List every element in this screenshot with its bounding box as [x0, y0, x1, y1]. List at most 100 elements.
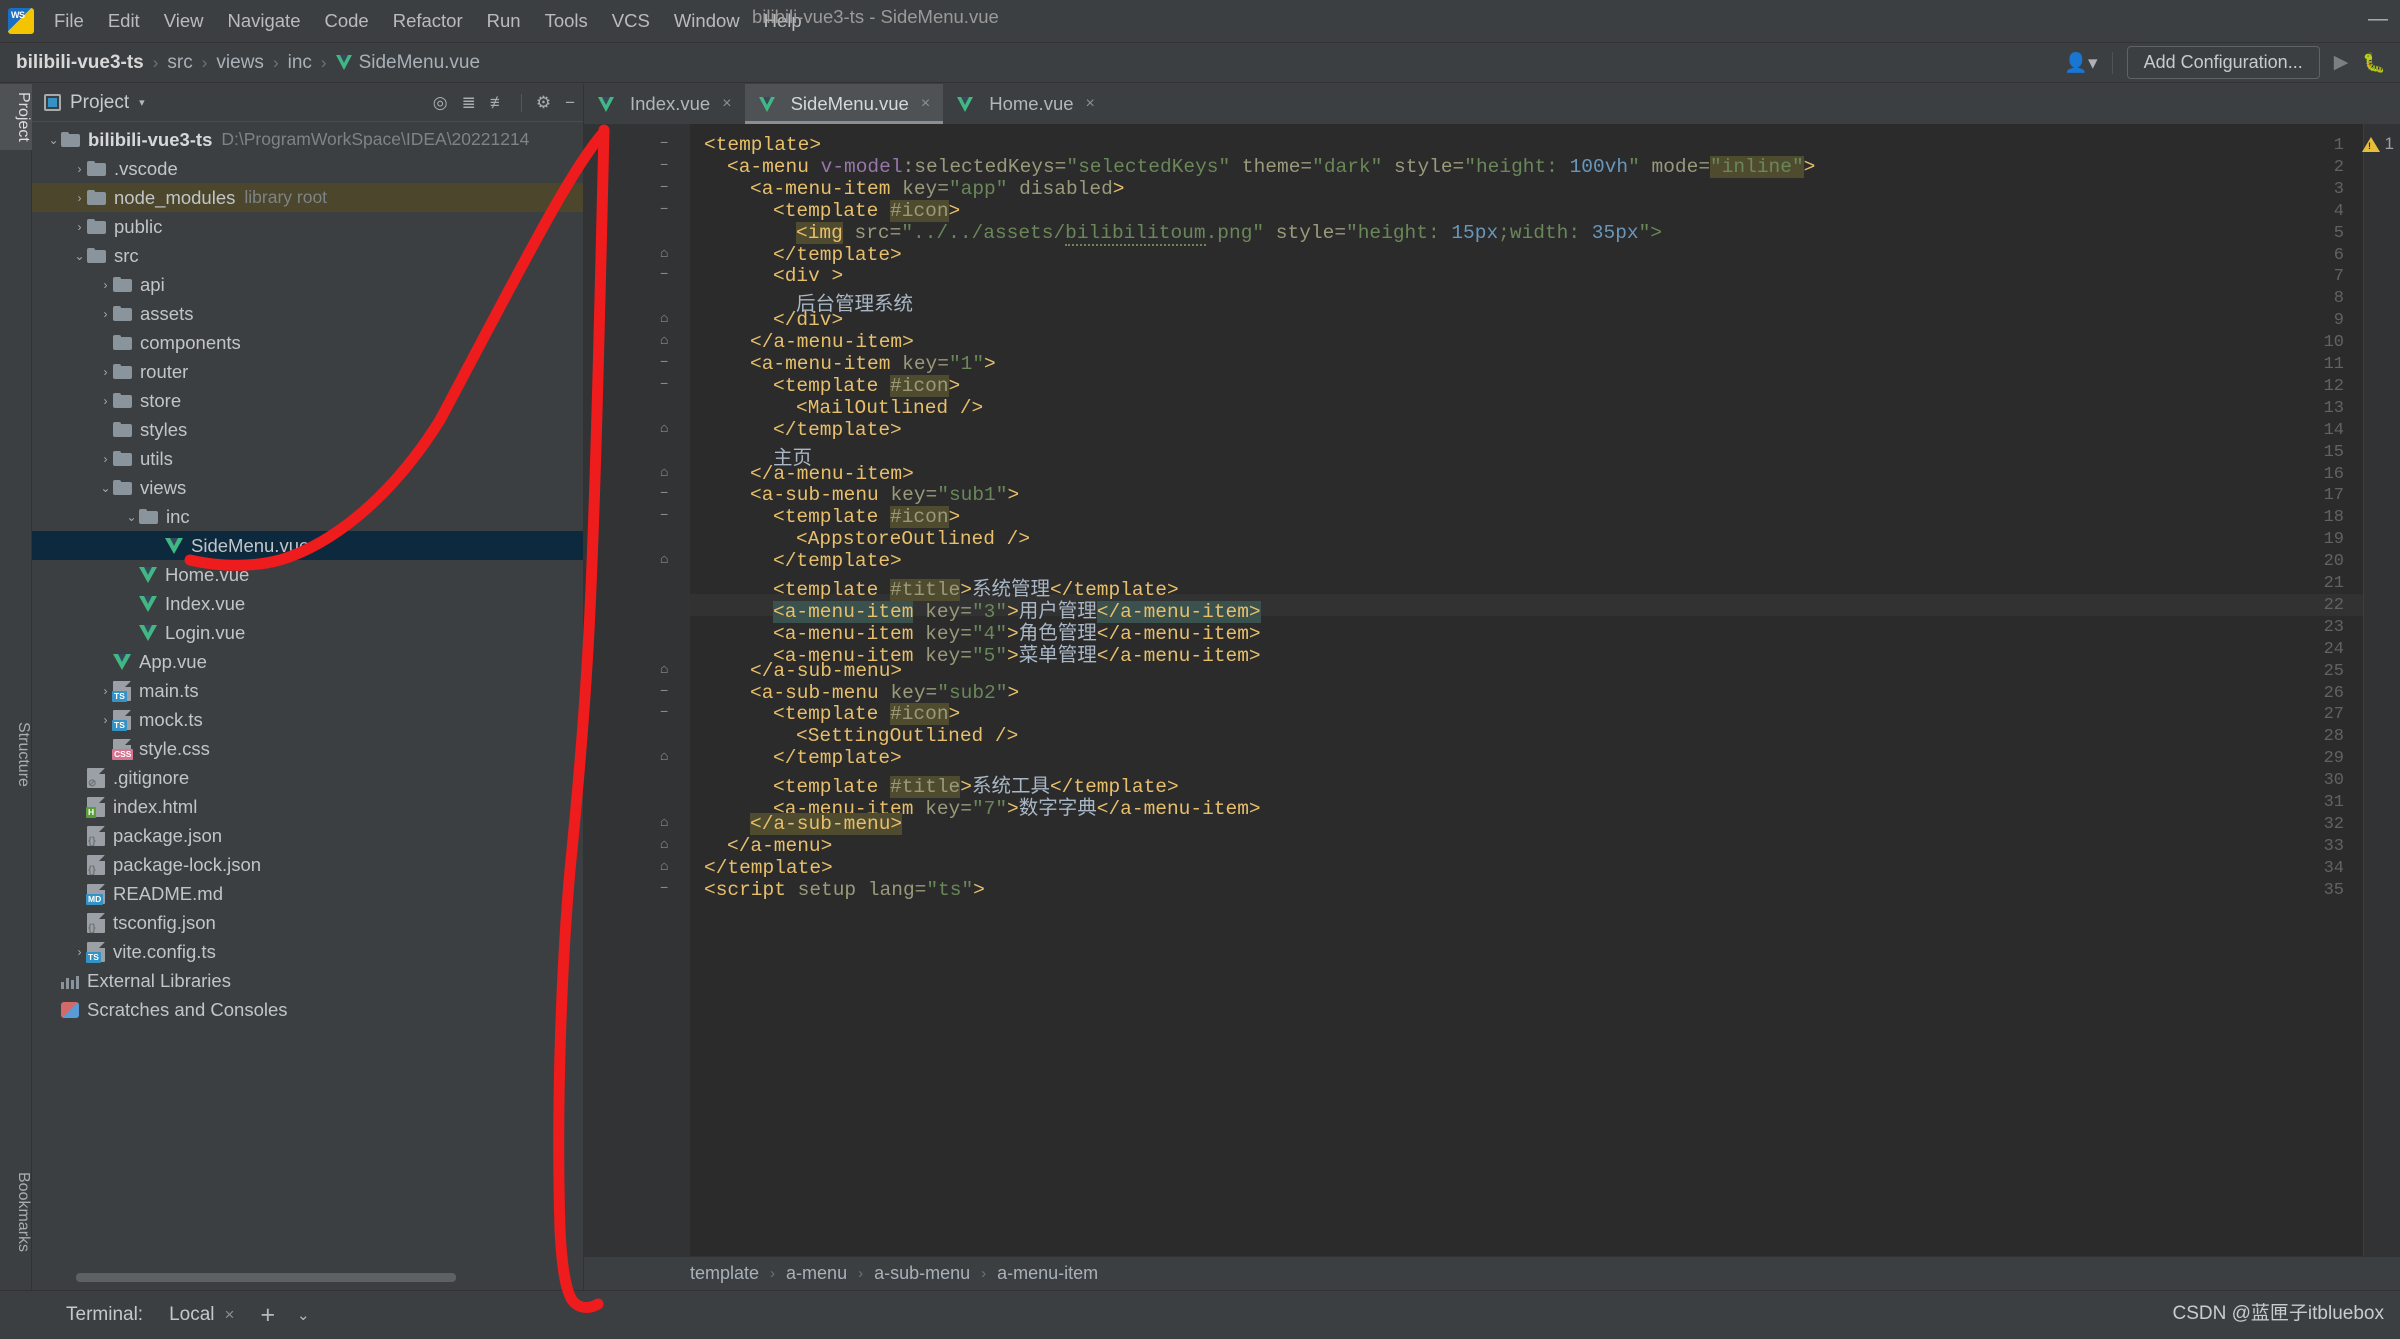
menu-run[interactable]: Run — [475, 6, 533, 36]
code-line[interactable]: <template #title>系统工具</template> — [704, 769, 1179, 791]
menu-window[interactable]: Window — [662, 6, 752, 36]
tree-row[interactable]: ›node_moduleslibrary root — [32, 183, 583, 212]
code-line[interactable]: </a-menu-item> — [704, 463, 914, 485]
add-configuration-button[interactable]: Add Configuration... — [2127, 46, 2320, 79]
code-line[interactable]: <SettingOutlined /> — [704, 725, 1018, 747]
tree-row[interactable]: {}package.json — [32, 821, 583, 850]
code-fold-marker[interactable]: ⌂ — [660, 749, 668, 765]
chevron-right-icon[interactable]: › — [72, 162, 87, 176]
code-fold-marker[interactable]: − — [660, 377, 668, 393]
tree-row[interactable]: ›api — [32, 270, 583, 299]
editor-breadcrumb-item[interactable]: a-menu — [786, 1263, 847, 1284]
chevron-right-icon[interactable]: › — [98, 452, 113, 466]
source-code[interactable]: <template><a-menu v-model:selectedKeys="… — [690, 124, 2400, 1290]
hide-icon[interactable]: − — [565, 93, 575, 113]
code-fold-marker[interactable]: ⌂ — [660, 465, 668, 481]
editor-tab[interactable]: Index.vue× — [584, 84, 745, 124]
chevron-down-icon[interactable]: ⌄ — [297, 1306, 310, 1324]
tree-row[interactable]: ⌄views — [32, 473, 583, 502]
editor-breadcrumb-item[interactable]: template — [690, 1263, 759, 1284]
code-line[interactable]: <a-menu-item key="7">数字字典</a-menu-item> — [704, 791, 1261, 813]
chevron-right-icon[interactable]: › — [98, 713, 113, 727]
tree-row[interactable]: MDREADME.md — [32, 879, 583, 908]
code-line[interactable]: </a-sub-menu> — [704, 813, 902, 835]
breadcrumb-item[interactable]: inc — [288, 52, 312, 74]
tree-row[interactable]: App.vue — [32, 647, 583, 676]
code-line[interactable]: <template #icon> — [704, 506, 960, 528]
code-line[interactable]: </template> — [704, 419, 902, 441]
chevron-right-icon[interactable]: › — [72, 191, 87, 205]
code-fold-marker[interactable]: − — [660, 267, 668, 283]
code-line[interactable]: <a-menu-item key="app" disabled> — [704, 178, 1124, 200]
code-line[interactable]: <a-sub-menu key="sub1"> — [704, 484, 1019, 506]
chevron-right-icon[interactable]: › — [98, 365, 113, 379]
minimize-button[interactable]: — — [2366, 8, 2390, 31]
code-line[interactable]: <template #icon> — [704, 200, 960, 222]
expand-icon[interactable]: ≢ — [490, 93, 507, 113]
tree-row[interactable]: SideMenu.vue — [32, 531, 583, 560]
sidebar-item-structure[interactable]: Structure — [0, 714, 32, 795]
tree-row[interactable]: {}package-lock.json — [32, 850, 583, 879]
chevron-down-icon[interactable]: ⌄ — [46, 133, 61, 147]
chevron-right-icon[interactable]: › — [72, 220, 87, 234]
code-line[interactable]: <a-menu-item key="4">角色管理</a-menu-item> — [704, 616, 1261, 638]
tree-row[interactable]: ⌄inc — [32, 502, 583, 531]
menu-vcs[interactable]: VCS — [600, 6, 662, 36]
editor-breadcrumb-item[interactable]: a-menu-item — [997, 1263, 1098, 1284]
code-fold-marker[interactable]: ⌂ — [660, 662, 668, 678]
sidebar-item-bookmarks[interactable]: Bookmarks — [0, 1164, 32, 1260]
code-line[interactable]: <img src="../../assets/bilibilitoum.png"… — [704, 222, 1662, 244]
debug-icon[interactable]: 🐛 — [2362, 51, 2386, 75]
code-line[interactable]: 主页 — [704, 441, 812, 463]
chevron-right-icon[interactable]: › — [72, 945, 87, 959]
code-fold-marker[interactable]: − — [660, 158, 668, 174]
code-line[interactable]: </template> — [704, 244, 902, 266]
menu-tools[interactable]: Tools — [533, 6, 600, 36]
collapse-all-icon[interactable]: ≣ — [462, 93, 476, 113]
code-line[interactable]: <template> — [704, 134, 821, 156]
code-fold-marker[interactable]: ⌂ — [660, 837, 668, 853]
code-line[interactable]: <a-sub-menu key="sub2"> — [704, 682, 1019, 704]
tree-row[interactable]: {}tsconfig.json — [32, 908, 583, 937]
code-fold-marker[interactable]: ⌂ — [660, 421, 668, 437]
tree-row[interactable]: ›TSvite.config.ts — [32, 937, 583, 966]
tree-row[interactable]: ›public — [32, 212, 583, 241]
warning-indicator[interactable]: 1 — [2362, 134, 2394, 154]
menu-navigate[interactable]: Navigate — [215, 6, 312, 36]
code-line[interactable]: <template #icon> — [704, 703, 960, 725]
code-fold-marker[interactable]: − — [660, 705, 668, 721]
breadcrumb-item[interactable]: SideMenu.vue — [359, 52, 480, 74]
code-line[interactable]: <template #icon> — [704, 375, 960, 397]
breadcrumb-item[interactable]: src — [167, 52, 192, 74]
close-icon[interactable]: × — [722, 95, 731, 113]
locate-icon[interactable]: ◎ — [433, 93, 448, 113]
close-icon[interactable]: × — [1086, 95, 1095, 113]
tree-row[interactable]: components — [32, 328, 583, 357]
code-line[interactable]: </a-sub-menu> — [704, 660, 902, 682]
tree-row[interactable]: ⊘.gitignore — [32, 763, 583, 792]
chevron-down-icon[interactable]: ⌄ — [72, 249, 87, 263]
menu-code[interactable]: Code — [312, 6, 380, 36]
code-fold-marker[interactable]: − — [660, 508, 668, 524]
code-line[interactable]: </div> — [704, 309, 843, 331]
code-fold-marker[interactable]: ⌂ — [660, 552, 668, 568]
terminal-tab-local[interactable]: Local — [169, 1304, 214, 1326]
code-line[interactable]: <MailOutlined /> — [704, 397, 983, 419]
code-line[interactable]: <a-menu v-model:selectedKeys="selectedKe… — [704, 156, 1815, 178]
tree-row[interactable]: Login.vue — [32, 618, 583, 647]
chevron-right-icon[interactable]: › — [98, 307, 113, 321]
code-fold-marker[interactable]: − — [660, 881, 668, 897]
breadcrumb-item[interactable]: bilibili-vue3-ts — [16, 52, 144, 74]
code-line[interactable]: </a-menu-item> — [704, 331, 914, 353]
code-editor[interactable]: <template><a-menu v-model:selectedKeys="… — [584, 124, 2400, 1290]
editor-tab[interactable]: Home.vue× — [943, 84, 1108, 124]
tree-row[interactable]: Hindex.html — [32, 792, 583, 821]
code-fold-marker[interactable]: ⌂ — [660, 246, 668, 262]
tree-row[interactable]: ›TSmock.ts — [32, 705, 583, 734]
tree-row[interactable]: Index.vue — [32, 589, 583, 618]
code-fold-marker[interactable]: ⌂ — [660, 815, 668, 831]
code-line[interactable]: <a-menu-item key="5">菜单管理</a-menu-item> — [704, 638, 1261, 660]
close-icon[interactable]: × — [225, 1305, 235, 1325]
editor-gutter[interactable] — [584, 124, 690, 1290]
menu-view[interactable]: View — [152, 6, 216, 36]
